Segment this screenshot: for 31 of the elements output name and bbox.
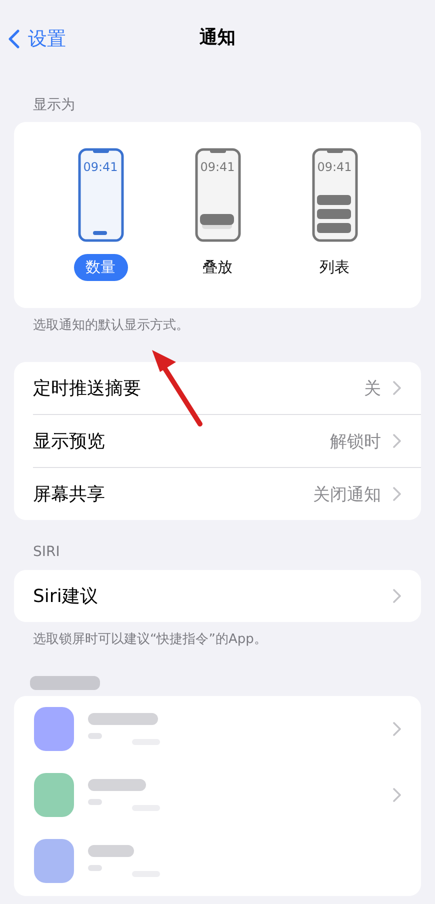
row-label: 屏幕共享 [33,483,105,506]
chevron-icon [393,434,401,448]
blurred-patch [30,676,100,690]
phone-icon[interactable] [194,148,240,242]
row-label: 显示预览 [33,430,105,453]
settings-row[interactable]: 屏幕共享 关闭通知 [33,468,421,520]
chevron-icon [393,487,401,501]
row-label: 定时推送摘要 [33,377,141,400]
phone-icon[interactable] [312,148,358,242]
section-header: 显示为 [32,96,76,114]
back-button[interactable]: 设置 [6,24,68,54]
row-value: 解锁时 [330,430,381,452]
settings-row[interactable]: 显示预览 解锁时 [33,415,421,468]
option-label[interactable]: 叠放 [190,254,244,281]
option-chip[interactable]: 数量 [74,254,128,281]
row-label: Siri建议 [33,585,98,608]
clock-time: 09:41 [82,160,119,174]
section-footer: 选取通知的默认显示方式。 [0,316,435,334]
chevron-icon [393,381,401,395]
row-value: 关闭通知 [313,484,381,506]
section-header: SIRI [32,544,61,562]
row-value: 关 [364,378,381,400]
phone-icon[interactable] [78,148,124,242]
clock-time: 09:41 [316,160,353,174]
back-icon [8,29,20,49]
page-title: 通知 [200,26,236,49]
chevron-icon [393,589,401,603]
clock-time: 09:41 [199,160,236,174]
settings-row[interactable]: Siri建议 [33,570,421,622]
section-footer: 选取锁屏时可以建议“快捷指令”的App。 [0,630,435,648]
option-label[interactable]: 列表 [308,254,362,281]
